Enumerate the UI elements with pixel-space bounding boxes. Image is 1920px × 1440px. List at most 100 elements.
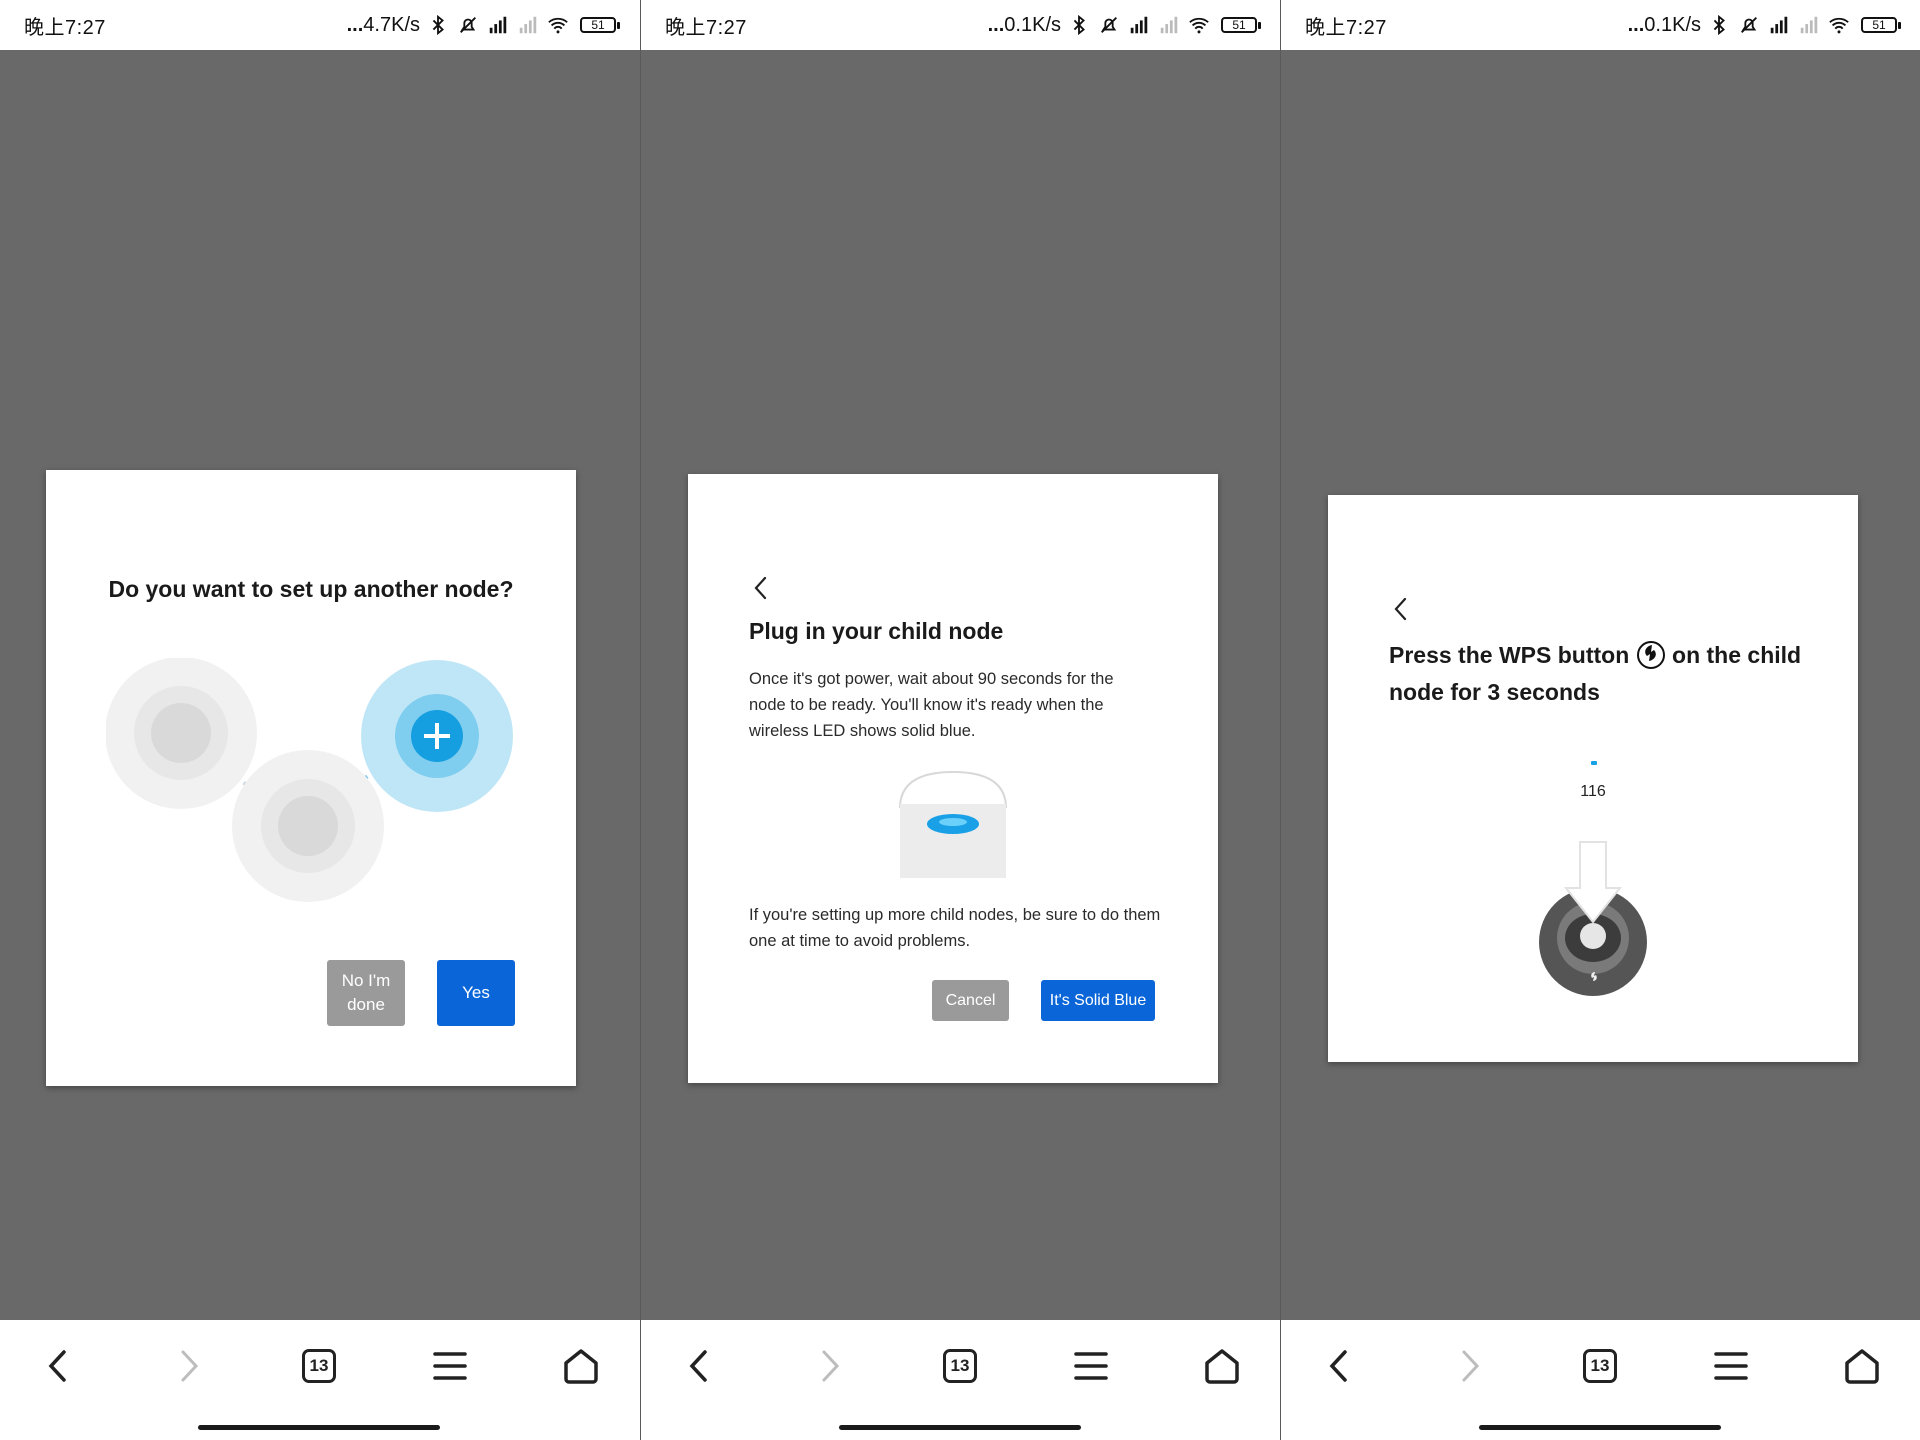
forward-chevron-icon	[822, 1350, 840, 1382]
tabs-icon: 13	[302, 1349, 336, 1383]
signal-icon	[1770, 16, 1788, 34]
nav-forward-button[interactable]	[161, 1340, 217, 1392]
status-time: 晚上7:27	[24, 16, 106, 39]
bottom-nav: 13	[1281, 1320, 1920, 1440]
signal-icon	[1130, 16, 1148, 34]
menu-icon	[433, 1352, 467, 1380]
dialog-title: Do you want to set up another node?	[108, 576, 514, 602]
nav-menu-button[interactable]	[1063, 1340, 1119, 1392]
bluetooth-icon	[1713, 14, 1725, 36]
back-chevron-icon[interactable]	[750, 574, 772, 602]
signal-icon	[489, 16, 507, 34]
battery-icon: 51	[1221, 17, 1261, 33]
status-icons: ...4.7K/s 51	[347, 14, 620, 37]
add-node-dialog: Do you want to set up another node? No I…	[46, 470, 576, 1086]
nav-menu-button[interactable]	[1703, 1340, 1759, 1392]
plug-in-dialog: Plug in your child node Once it's got po…	[688, 474, 1218, 1083]
bottom-nav: 13	[641, 1320, 1280, 1440]
battery-icon: 51	[1861, 17, 1901, 33]
net-speed-value: 0.1K/s	[1004, 13, 1061, 36]
bottom-nav: 13	[0, 1320, 640, 1440]
signal-weak-icon	[519, 16, 537, 34]
nav-back-button[interactable]	[30, 1340, 86, 1392]
nav-tabs-button[interactable]: 13	[932, 1340, 988, 1392]
wps-icon	[1636, 641, 1665, 669]
nav-forward-button[interactable]	[1442, 1340, 1498, 1392]
countdown-counter: 116	[1580, 783, 1606, 800]
battery-level: 51	[1861, 17, 1897, 33]
cancel-button[interactable]: Cancel	[932, 980, 1009, 1021]
screen-press-wps: 晚上7:27 ...0.1K/s 51 Press the WPS button…	[1280, 0, 1920, 1440]
yes-button[interactable]: Yes	[437, 960, 515, 1026]
dialog-title: Plug in your child node	[749, 618, 1004, 644]
net-speed: ...0.1K/s	[1627, 13, 1701, 36]
tabs-icon: 13	[1583, 1349, 1617, 1383]
status-bar: 晚上7:27 ...0.1K/s 51	[1281, 0, 1920, 50]
router-led-illustration	[899, 770, 1007, 878]
status-icons: ...0.1K/s 51	[1628, 14, 1901, 37]
dialog-title: Press the WPS button on the child node f…	[1389, 637, 1819, 711]
bluetooth-icon	[1073, 14, 1085, 36]
wps-button-illustration	[1539, 841, 1647, 996]
home-icon	[1845, 1349, 1879, 1384]
status-bar: 晚上7:27 ...0.1K/s 51	[641, 0, 1280, 50]
mute-icon	[460, 17, 476, 33]
status-bar: 晚上7:27 ...4.7K/s 51	[0, 0, 640, 50]
dialog-instructions: Once it's got power, wait about 90 secon…	[749, 670, 1114, 740]
mute-icon	[1101, 17, 1117, 33]
bluetooth-icon	[432, 14, 444, 36]
battery-level: 51	[1221, 17, 1257, 33]
home-icon	[1205, 1349, 1239, 1384]
press-wps-dialog: Press the WPS button on the child node f…	[1328, 495, 1858, 1062]
home-indicator-bar[interactable]	[839, 1425, 1081, 1430]
net-speed-value: 0.1K/s	[1644, 13, 1701, 36]
net-speed: ...0.1K/s	[987, 13, 1061, 36]
menu-icon	[1714, 1352, 1748, 1380]
modal-backdrop: Plug in your child node Once it's got po…	[641, 50, 1280, 1320]
dialog-note: If you're setting up more child nodes, b…	[749, 906, 1161, 950]
nav-menu-button[interactable]	[422, 1340, 478, 1392]
net-speed-value: 4.7K/s	[363, 13, 420, 36]
nav-back-button[interactable]	[671, 1340, 727, 1392]
status-time: 晚上7:27	[1305, 16, 1387, 39]
back-chevron-icon	[689, 1350, 707, 1382]
nav-tabs-button[interactable]: 13	[1572, 1340, 1628, 1392]
its-solid-blue-button[interactable]: It's Solid Blue	[1041, 980, 1155, 1021]
title-part-1: Press the WPS button	[1389, 642, 1630, 668]
back-chevron-icon[interactable]	[1390, 595, 1412, 623]
nav-forward-button[interactable]	[802, 1340, 858, 1392]
tabs-icon: 13	[943, 1349, 977, 1383]
wifi-icon	[548, 17, 568, 34]
screens-container: 晚上7:27 ...4.7K/s 51 Do you want to set u…	[0, 0, 1920, 1440]
nav-tabs-button[interactable]: 13	[291, 1340, 347, 1392]
home-indicator-bar[interactable]	[198, 1425, 440, 1430]
back-chevron-icon	[48, 1350, 66, 1382]
wifi-icon	[1829, 17, 1849, 34]
nav-home-button[interactable]	[1834, 1340, 1890, 1392]
signal-weak-icon	[1800, 16, 1818, 34]
nav-home-button[interactable]	[1194, 1340, 1250, 1392]
back-chevron-icon	[1329, 1350, 1347, 1382]
progress-indicator	[1591, 761, 1597, 765]
screen-plug-in-child: 晚上7:27 ...0.1K/s 51 Plug in your child n…	[640, 0, 1280, 1440]
home-icon	[564, 1349, 598, 1384]
mesh-nodes-illustration	[106, 658, 513, 902]
wifi-icon	[1189, 17, 1209, 34]
no-im-done-button[interactable]: No I'm done	[327, 960, 405, 1026]
mute-icon	[1741, 17, 1757, 33]
signal-weak-icon	[1160, 16, 1178, 34]
modal-backdrop: Press the WPS button on the child node f…	[1281, 50, 1920, 1320]
battery-icon: 51	[580, 17, 620, 33]
screen-add-node: 晚上7:27 ...4.7K/s 51 Do you want to set u…	[0, 0, 640, 1440]
status-icons: ...0.1K/s 51	[988, 14, 1261, 37]
forward-chevron-icon	[1462, 1350, 1480, 1382]
modal-backdrop: Do you want to set up another node? No I…	[0, 50, 640, 1320]
menu-icon	[1074, 1352, 1108, 1380]
nav-home-button[interactable]	[553, 1340, 609, 1392]
status-time: 晚上7:27	[665, 16, 747, 39]
nav-back-button[interactable]	[1311, 1340, 1367, 1392]
forward-chevron-icon	[181, 1350, 199, 1382]
battery-level: 51	[580, 17, 616, 33]
home-indicator-bar[interactable]	[1479, 1425, 1721, 1430]
net-speed: ...4.7K/s	[346, 13, 420, 36]
